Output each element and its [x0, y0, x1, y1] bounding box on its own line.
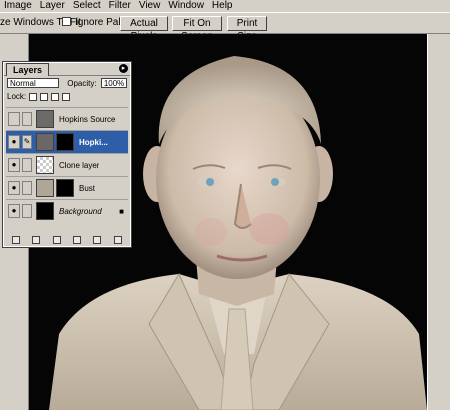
adjustment-layer-icon[interactable]: [73, 236, 82, 244]
layer-row[interactable]: ● Clone layer: [6, 153, 128, 176]
new-set-icon[interactable]: [52, 236, 61, 244]
eye-icon[interactable]: ●: [8, 135, 20, 149]
layer-thumbnail: [36, 202, 54, 220]
lock-icon: ■: [119, 206, 124, 216]
opacity-input[interactable]: 100%: [100, 78, 127, 88]
lock-label: Lock:: [7, 92, 27, 101]
palette-titlebar: Layers ▸: [4, 63, 130, 76]
right-scroll-area: [427, 34, 450, 410]
palette-menu-icon[interactable]: ▸: [119, 64, 128, 73]
layer-row[interactable]: ● Background ■: [6, 199, 128, 222]
blend-row: Normal Opacity: 100%: [7, 78, 127, 88]
layer-thumbnail: [36, 133, 54, 151]
lock-paint-icon[interactable]: [40, 92, 49, 101]
menu-help[interactable]: Help: [208, 0, 237, 12]
visibility-toggle[interactable]: [8, 112, 20, 126]
link-toggle[interactable]: [22, 158, 32, 172]
layer-name: Background: [59, 206, 102, 216]
eye-icon[interactable]: ●: [8, 181, 20, 195]
menu-layer[interactable]: Layer: [36, 0, 69, 12]
layer-thumbnail: [36, 110, 54, 128]
brush-icon[interactable]: ✎: [22, 135, 32, 149]
options-bar: ze Windows To Fit Ignore Palettes Actual…: [0, 12, 450, 42]
layer-name: Clone layer: [59, 160, 100, 170]
lock-transparency-icon[interactable]: [29, 92, 38, 101]
trash-icon[interactable]: [113, 236, 122, 244]
layer-mask-thumbnail: [56, 133, 74, 151]
blend-mode-select[interactable]: Normal: [7, 78, 59, 88]
menu-window[interactable]: Window: [164, 0, 208, 12]
menu-select[interactable]: Select: [69, 0, 105, 12]
menu-image[interactable]: Image: [0, 0, 36, 12]
lock-all-icon[interactable]: [62, 92, 71, 101]
actual-pixels-button[interactable]: Actual Pixels: [120, 16, 168, 42]
layer-name: Hopkins Source: [59, 114, 116, 124]
lock-move-icon[interactable]: [51, 92, 60, 101]
add-mask-icon[interactable]: [32, 236, 41, 244]
palette-bottom-bar: [6, 235, 128, 245]
layer-row[interactable]: ● Bust: [6, 176, 128, 199]
menu-filter[interactable]: Filter: [105, 0, 135, 12]
layers-tab[interactable]: Layers: [6, 63, 50, 76]
menu-bar: Image Layer Select Filter View Window He…: [0, 0, 450, 12]
fit-on-screen-button[interactable]: Fit On Screen: [172, 16, 222, 42]
eye-icon[interactable]: ●: [8, 204, 20, 218]
layer-name: Bust: [79, 183, 96, 193]
layer-name: Hopki...: [79, 137, 108, 147]
link-toggle[interactable]: [22, 204, 32, 218]
layer-row[interactable]: ● ✎ Hopki...: [6, 130, 128, 153]
eye-icon[interactable]: ●: [8, 158, 20, 172]
menu-view[interactable]: View: [135, 0, 165, 12]
add-style-icon[interactable]: [12, 236, 21, 244]
opacity-label: Opacity:: [67, 79, 97, 88]
layer-thumbnail: [36, 156, 54, 174]
layer-mask-thumbnail: [56, 179, 74, 197]
new-layer-icon[interactable]: [93, 236, 102, 244]
print-size-button[interactable]: Print Size: [227, 16, 267, 42]
ignore-palettes-checkbox[interactable]: [62, 17, 71, 26]
layer-thumbnail: [36, 179, 54, 197]
layer-row[interactable]: Hopkins Source: [6, 107, 128, 130]
layers-palette: Layers ▸ Normal Opacity: 100% Lock: Hopk…: [2, 61, 132, 248]
link-toggle[interactable]: [22, 181, 32, 195]
lock-row: Lock:: [7, 92, 71, 101]
link-toggle[interactable]: [22, 112, 32, 126]
